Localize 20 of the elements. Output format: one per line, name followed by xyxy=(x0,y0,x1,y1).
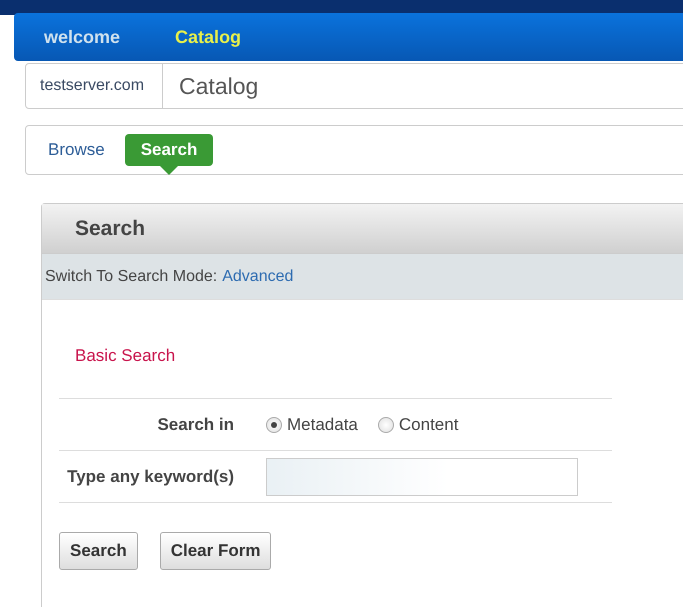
radio-icon[interactable] xyxy=(266,416,282,432)
keyword-field[interactable] xyxy=(266,458,578,496)
radio-option[interactable]: Metadata xyxy=(266,414,358,434)
sub-nav-tab[interactable]: Browse xyxy=(48,134,105,166)
breadcrumb-current: Catalog xyxy=(178,72,258,100)
panel-title: Search xyxy=(42,204,683,253)
search-button[interactable]: Search xyxy=(59,532,138,570)
sub-nav-tab[interactable]: Search xyxy=(124,134,214,166)
advanced-link[interactable]: Advanced xyxy=(222,268,294,286)
radio-icon[interactable] xyxy=(378,416,394,432)
section-title: Basic Search xyxy=(74,346,176,366)
nav-tab[interactable]: Catalog xyxy=(175,26,242,48)
radio-option[interactable]: Content xyxy=(378,414,458,434)
mode-label: Switch To Search Mode: xyxy=(45,268,218,286)
field-label: Search in xyxy=(156,414,235,434)
tab-pointer-icon xyxy=(160,166,178,175)
breadcrumb-link[interactable]: testserver.com xyxy=(26,64,164,108)
field-label: Type any keyword(s) xyxy=(66,466,235,486)
nav-tab[interactable]: welcome xyxy=(44,26,120,48)
clear-button[interactable]: Clear Form xyxy=(160,532,272,570)
